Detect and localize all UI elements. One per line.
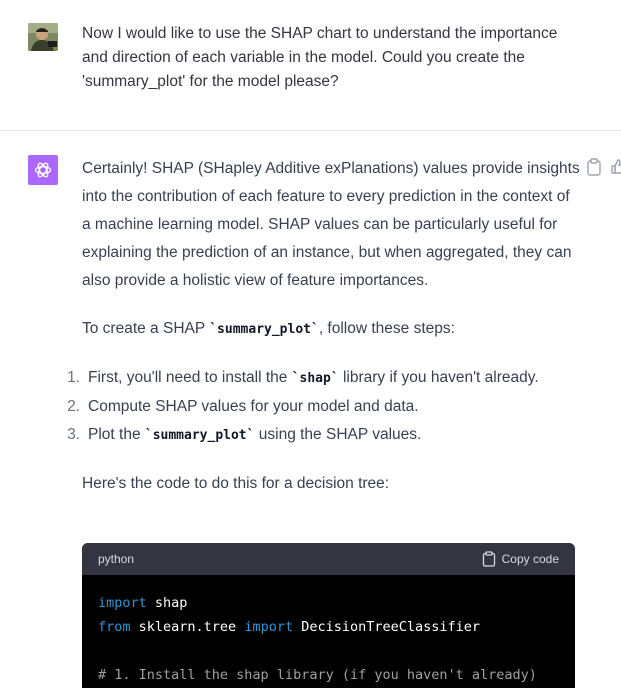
create-paragraph: To create a SHAP `summary_plot`, follow … [82, 315, 582, 344]
keyword: import [98, 595, 147, 611]
copy-code-label: Copy code [501, 552, 559, 566]
inline-code-summary-plot: `summary_plot` [144, 428, 255, 443]
user-message-row: Now I would like to use the SHAP chart t… [0, 0, 621, 131]
step-text: library if you haven't already. [338, 369, 539, 386]
inline-code-shap: `shap` [291, 371, 339, 386]
code-language-label: python [98, 552, 135, 566]
assistant-message-content: Certainly! SHAP (SHapley Additive exPlan… [67, 155, 582, 518]
list-item: 3. Plot the `summary_plot` using the SHAP… [67, 421, 582, 450]
code-header: python Copy code [82, 543, 575, 575]
code-line: from sklearn.tree import DecisionTreeCla… [98, 615, 559, 639]
code-line-blank: ​ [98, 639, 559, 663]
code-line: # 1. Install the shap library (if you ha… [98, 663, 559, 687]
user-avatar [28, 23, 58, 51]
code-block: python Copy code import shap from sklearn… [82, 543, 575, 688]
list-item: 1. First, you'll need to install the `sha… [67, 364, 582, 393]
code-intro-paragraph: Here's the code to do this for a decisio… [82, 475, 390, 492]
keyword: from [98, 619, 131, 635]
code-text: sklearn.tree [130, 619, 245, 635]
step-text: First, you'll need to install the [88, 369, 292, 386]
openai-logo-icon [28, 155, 58, 185]
step-number: 1. [67, 369, 80, 386]
thumbs-up-icon[interactable] [611, 159, 621, 175]
create-prefix: To create a SHAP [82, 320, 210, 337]
step-number: 3. [67, 426, 80, 443]
steps-list: 1. First, you'll need to install the `sha… [67, 364, 582, 450]
step-text: Compute SHAP values for your model and d… [88, 398, 419, 415]
intro-paragraph: Certainly! SHAP (SHapley Additive exPlan… [82, 160, 580, 289]
step-text: using the SHAP values. [254, 426, 422, 443]
keyword: import [244, 619, 294, 635]
list-item: 2. Compute SHAP values for your model and… [67, 393, 582, 421]
copy-code-button[interactable]: Copy code [482, 551, 559, 567]
clipboard-icon [482, 551, 495, 567]
code-line: import shap [98, 591, 559, 615]
user-message-text: Now I would like to use the SHAP chart t… [82, 25, 558, 90]
inline-code-summary-plot: `summary_plot` [209, 322, 319, 337]
assistant-message-row: Certainly! SHAP (SHapley Additive exPlan… [0, 131, 621, 688]
create-suffix: , follow these steps: [318, 320, 455, 337]
step-text: Plot the [88, 426, 145, 443]
code-comment: # 1. Install the shap library (if you ha… [98, 667, 537, 683]
code-text: shap [146, 595, 188, 611]
clipboard-icon[interactable] [586, 158, 602, 176]
step-number: 2. [67, 398, 80, 415]
code-content: import shap from sklearn.tree import Deci… [82, 575, 575, 688]
code-text: DecisionTreeClassifier [293, 619, 481, 635]
